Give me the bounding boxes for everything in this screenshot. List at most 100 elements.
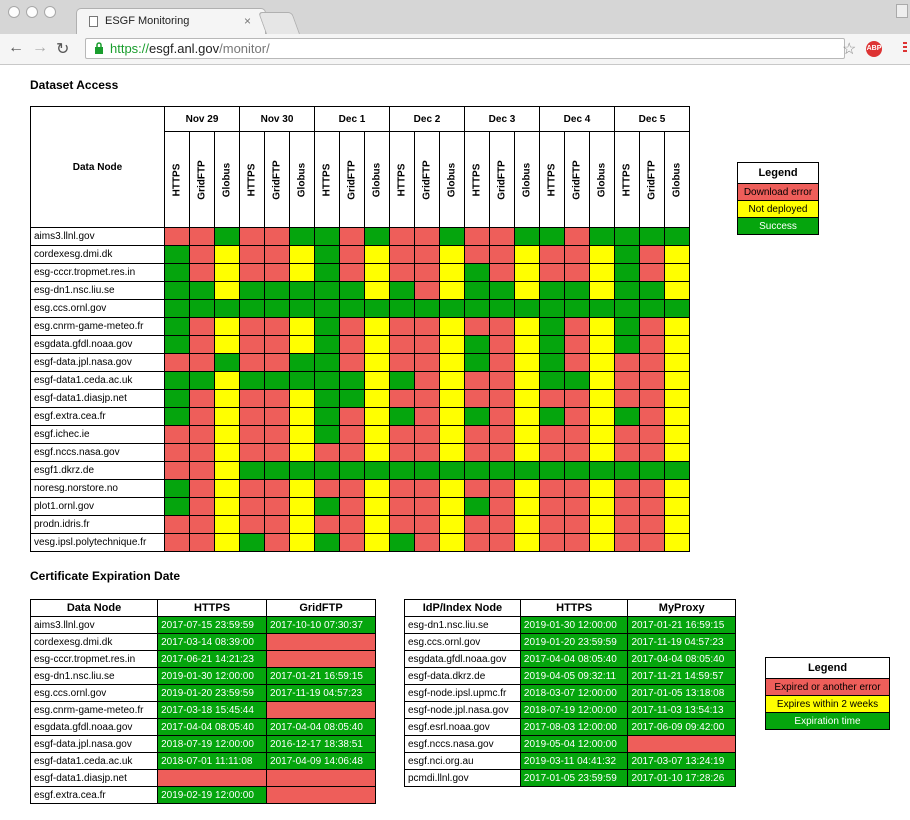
window-close-icon[interactable]	[8, 6, 20, 18]
status-cell	[339, 407, 365, 426]
status-cell	[264, 281, 290, 300]
status-cell	[589, 515, 615, 534]
table-row: plot1.ornl.gov	[30, 497, 690, 516]
status-cell	[364, 479, 390, 498]
window-zoom-icon[interactable]	[44, 6, 56, 18]
node-name: esgf.esrl.noaa.gov	[404, 718, 521, 736]
status-cell	[189, 497, 215, 516]
status-cell	[464, 317, 490, 336]
status-cell	[514, 335, 540, 354]
user-icon[interactable]	[896, 4, 908, 18]
status-cell	[214, 353, 240, 372]
status-cell	[464, 407, 490, 426]
expiration-cell: 2019-01-30 12:00:00	[157, 667, 268, 685]
status-cell	[239, 263, 265, 282]
status-cell	[514, 533, 540, 552]
service-label: HTTPS	[471, 163, 483, 197]
bookmark-star-icon[interactable]: ☆	[842, 39, 856, 59]
status-cell	[664, 425, 690, 444]
table-row: esgf.ichec.ie	[30, 425, 690, 444]
dataset-access-heading: Dataset Access	[30, 78, 119, 92]
window-minimize-icon[interactable]	[26, 6, 38, 18]
status-cell	[639, 461, 665, 480]
status-cell	[164, 443, 190, 462]
status-cell	[314, 497, 340, 516]
expiration-cell	[266, 769, 376, 787]
status-cell	[364, 497, 390, 516]
status-cell	[264, 299, 290, 318]
status-cell	[314, 317, 340, 336]
table-row: esgf-data1.diasjp.net	[29, 769, 376, 787]
status-cell	[564, 425, 590, 444]
status-cell	[589, 281, 615, 300]
status-cell	[639, 245, 665, 264]
status-cell	[489, 461, 515, 480]
expiration-cell	[157, 769, 268, 787]
status-cell	[489, 497, 515, 516]
service-label: Globus	[296, 162, 308, 197]
status-cell	[664, 299, 690, 318]
status-cell	[364, 227, 390, 246]
status-cell	[539, 533, 565, 552]
status-cell	[239, 317, 265, 336]
status-cell	[214, 263, 240, 282]
table-row: cordexesg.dmi.dk 2017-03-14 08:39:00	[29, 633, 376, 651]
status-cell	[289, 461, 315, 480]
service-label: HTTPS	[246, 163, 258, 197]
status-cell	[489, 335, 515, 354]
new-tab-button[interactable]	[257, 12, 301, 34]
service-header: HTTPS	[164, 131, 190, 228]
status-cell	[639, 263, 665, 282]
certificate-idp-node-table: IdP/Index Node HTTPS MyProxy esg-dn1.nsc.li…	[404, 599, 736, 787]
status-cell	[614, 227, 640, 246]
address-bar[interactable]: https://esgf.anl.gov/monitor/	[85, 38, 845, 59]
tab-close-icon[interactable]: ×	[244, 14, 251, 28]
status-cell	[664, 227, 690, 246]
status-cell	[664, 533, 690, 552]
status-cell	[189, 515, 215, 534]
status-cell	[289, 281, 315, 300]
table-row: esg-dn1.nsc.liu.se 2019-01-30 12:00:00 201…	[29, 667, 376, 685]
expiration-cell: 2017-01-21 16:59:15	[266, 667, 376, 685]
browser-tab[interactable]: ESGF Monitoring ×	[76, 8, 266, 34]
service-label: Globus	[446, 162, 458, 197]
status-cell	[489, 353, 515, 372]
status-cell	[314, 515, 340, 534]
date-header: Dec 4	[539, 105, 615, 133]
status-cell	[564, 515, 590, 534]
status-cell	[414, 443, 440, 462]
status-cell	[314, 335, 340, 354]
status-cell	[539, 461, 565, 480]
status-cell	[364, 299, 390, 318]
expiration-cell	[266, 650, 376, 668]
expiration-cell: 2019-05-04 12:00:00	[519, 735, 629, 753]
status-cell	[564, 497, 590, 516]
data-node-name: vesg.ipsl.polytechnique.fr	[30, 533, 165, 552]
menu-icon[interactable]	[903, 42, 907, 56]
status-cell	[514, 263, 540, 282]
forward-arrow-icon[interactable]: →	[32, 39, 48, 57]
status-cell	[364, 461, 390, 480]
status-cell	[664, 281, 690, 300]
status-cell	[339, 479, 365, 498]
status-cell	[314, 443, 340, 462]
node-name: aims3.llnl.gov	[29, 616, 159, 634]
service-header: HTTPS	[614, 131, 640, 228]
expiration-cell: 2019-02-19 12:00:00	[157, 786, 268, 804]
status-cell	[614, 263, 640, 282]
back-arrow-icon[interactable]: ←	[8, 39, 24, 57]
status-cell	[639, 479, 665, 498]
table-row: noresg.norstore.no	[30, 479, 690, 498]
service-header: Globus	[664, 131, 690, 228]
adblock-icon[interactable]: ABP	[866, 41, 882, 57]
status-cell	[314, 227, 340, 246]
status-cell	[264, 425, 290, 444]
status-cell	[614, 335, 640, 354]
table-row: esgf.esrl.noaa.gov 2017-08-03 12:00:00 201…	[404, 718, 736, 736]
status-cell	[214, 281, 240, 300]
reload-icon[interactable]: ↻	[56, 39, 69, 59]
expiration-cell: 2017-01-05 23:59:59	[519, 769, 629, 787]
data-node-name: esg.ccs.ornl.gov	[30, 299, 165, 318]
table-row: esgdata.gfdl.noaa.gov 2017-04-04 08:05:40…	[404, 650, 736, 668]
status-cell	[164, 299, 190, 318]
